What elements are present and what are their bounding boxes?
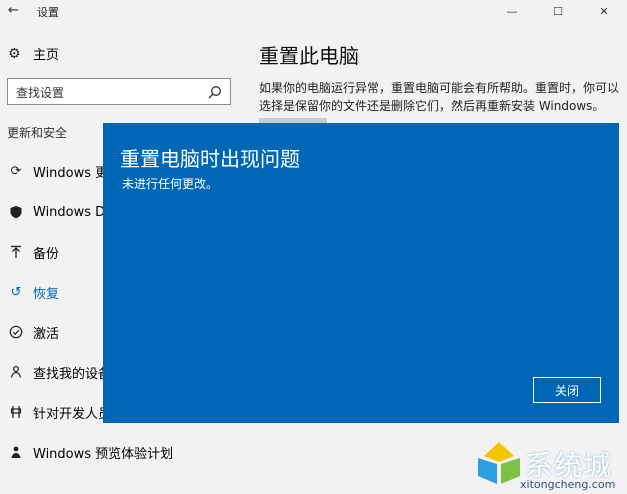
close-window-button[interactable]: ✕ bbox=[581, 0, 627, 22]
sidebar-item-activation[interactable]: 激活 bbox=[8, 321, 59, 343]
search-icon[interactable] bbox=[208, 85, 222, 99]
dialog-message: 未进行任何更改。 bbox=[122, 177, 219, 191]
page-description: 如果你的电脑运行异常，重置电脑可能会有所帮助。重置时，你可以选择是保留你的文件还… bbox=[259, 81, 620, 113]
developer-icon bbox=[10, 406, 22, 418]
home-label: 主页 bbox=[33, 48, 60, 63]
dialog-title: 重置电脑时出现问题 bbox=[120, 147, 300, 171]
sidebar-item-backup[interactable]: 备份 bbox=[8, 241, 59, 263]
sidebar-item-label: 恢复 bbox=[33, 286, 60, 302]
watermark: 系统城 xitongcheng.com bbox=[470, 436, 625, 494]
sidebar-item-windows-insider[interactable]: Windows 预览体验计划 bbox=[8, 441, 173, 463]
minimize-button[interactable]: — bbox=[489, 0, 535, 22]
dialog-close-button[interactable]: 关闭 bbox=[533, 377, 601, 403]
backup-arrow-icon bbox=[11, 245, 21, 258]
watermark-url: xitongcheng.com bbox=[520, 478, 616, 491]
person-pin-icon bbox=[10, 365, 22, 378]
sidebar-home[interactable]: ⚙ 主页 bbox=[8, 44, 60, 64]
sidebar-item-find-my-device[interactable]: 查找我的设备 bbox=[8, 361, 111, 383]
search-box[interactable]: 查找设置 bbox=[7, 78, 231, 105]
back-arrow-icon[interactable]: ← bbox=[8, 3, 19, 18]
check-circle-icon bbox=[9, 325, 23, 339]
search-input[interactable]: 查找设置 bbox=[16, 84, 64, 101]
sidebar-item-label: Windows 预览体验计划 bbox=[33, 446, 174, 462]
recovery-icon: ↺ bbox=[10, 284, 22, 300]
sidebar-item-for-developers[interactable]: 针对开发人员 bbox=[8, 401, 111, 423]
page-title: 重置此电脑 bbox=[259, 44, 359, 68]
window-controls: — ☐ ✕ bbox=[489, 0, 627, 22]
window-title: 设置 bbox=[37, 6, 59, 19]
sidebar-item-label: 针对开发人员 bbox=[33, 406, 112, 422]
sync-icon: ⟳ bbox=[10, 163, 22, 179]
title-bar: ← 设置 — ☐ ✕ bbox=[0, 0, 627, 22]
insider-icon bbox=[11, 446, 21, 458]
sidebar-item-label: 激活 bbox=[33, 326, 60, 342]
section-title: 更新和安全 bbox=[7, 126, 68, 140]
shield-icon bbox=[10, 206, 22, 219]
sidebar-item-label: 查找我的设备 bbox=[33, 366, 112, 382]
sidebar-item-recovery[interactable]: ↺ 恢复 bbox=[8, 281, 59, 303]
maximize-button[interactable]: ☐ bbox=[535, 0, 581, 22]
gear-icon: ⚙ bbox=[8, 45, 21, 62]
sidebar-item-label: 备份 bbox=[33, 246, 60, 262]
reset-error-dialog: 重置电脑时出现问题 未进行任何更改。 关闭 bbox=[103, 123, 619, 423]
